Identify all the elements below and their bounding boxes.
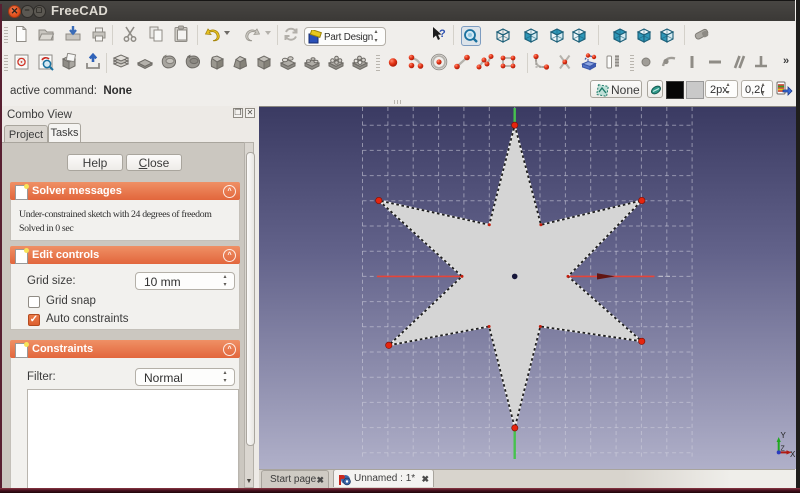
- svg-text:?: ?: [439, 28, 446, 40]
- svg-text:Z: Z: [781, 446, 786, 453]
- svg-text:Y: Y: [781, 431, 787, 440]
